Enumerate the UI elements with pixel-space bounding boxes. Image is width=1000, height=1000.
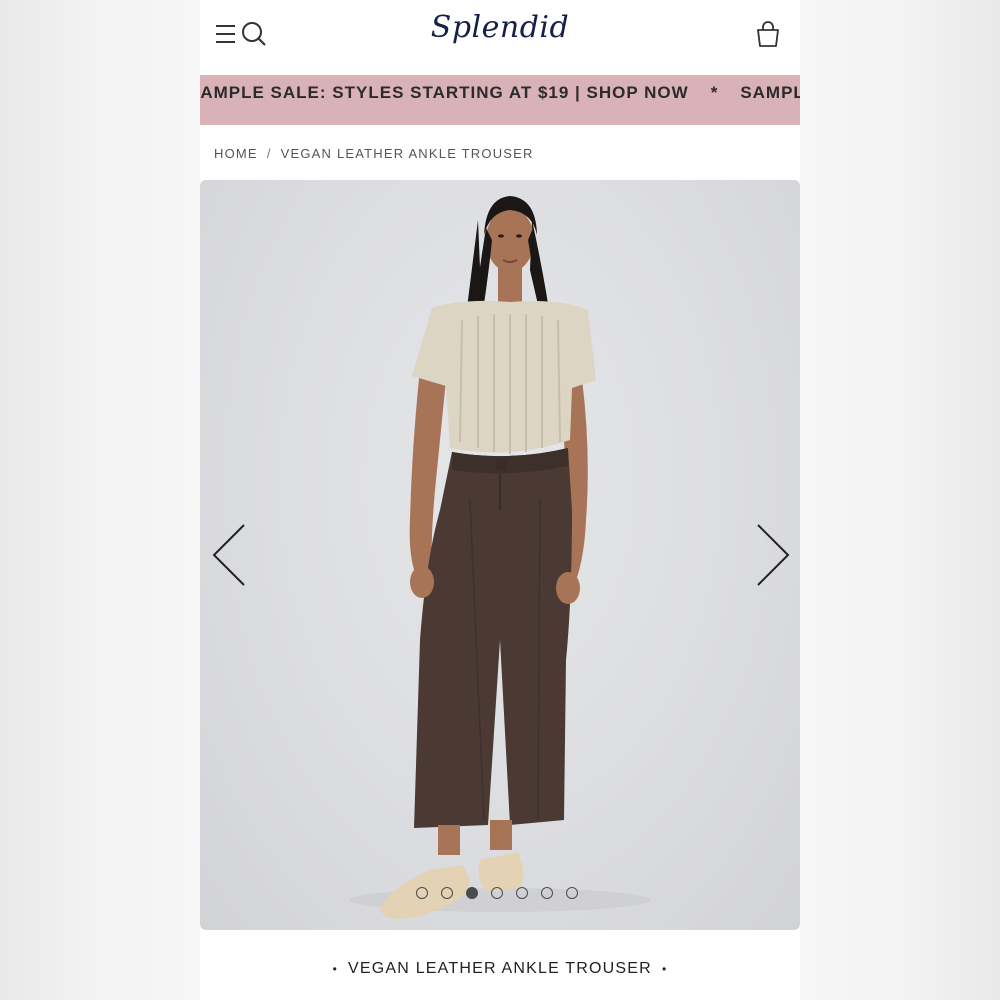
gallery-dot[interactable] [466, 887, 478, 899]
promo-text-repeat[interactable]: SAMPLE SALE: STYLES STARTING AT $19 | SH… [740, 75, 800, 111]
product-image-gallery[interactable] [200, 180, 800, 930]
gallery-dot[interactable] [491, 887, 503, 899]
gallery-dot[interactable] [566, 887, 578, 899]
gallery-dot[interactable] [541, 887, 553, 899]
chevron-left-icon[interactable] [210, 520, 250, 590]
gallery-dot[interactable] [441, 887, 453, 899]
promo-separator: * [710, 83, 719, 102]
breadcrumb-home-link[interactable]: HOME [214, 146, 258, 161]
promo-banner[interactable]: SAMPLE SALE: STYLES STARTING AT $19 | SH… [200, 75, 800, 125]
product-name: VEGAN LEATHER ANKLE TROUSER [348, 960, 652, 977]
chevron-right-icon[interactable] [752, 520, 792, 590]
shopping-bag-icon[interactable] [753, 20, 783, 50]
product-photo [350, 196, 650, 919]
product-title: • VEGAN LEATHER ANKLE TROUSER • [200, 960, 800, 978]
promo-text[interactable]: SAMPLE SALE: STYLES STARTING AT $19 | SH… [200, 75, 689, 111]
title-bullet-left: • [332, 961, 339, 976]
breadcrumb-current: VEGAN LEATHER ANKLE TROUSER [280, 146, 534, 161]
title-bullet-right: • [661, 961, 668, 976]
gallery-dot[interactable] [516, 887, 528, 899]
breadcrumb: HOME / VEGAN LEATHER ANKLE TROUSER [214, 146, 534, 161]
breadcrumb-separator: / [266, 146, 272, 161]
product-page: Splendid SAMPLE SALE: STYLES STARTING AT… [200, 0, 800, 1000]
site-header: Splendid [200, 0, 800, 75]
gallery-dot[interactable] [416, 887, 428, 899]
brand-logo[interactable]: Splendid [200, 10, 800, 45]
